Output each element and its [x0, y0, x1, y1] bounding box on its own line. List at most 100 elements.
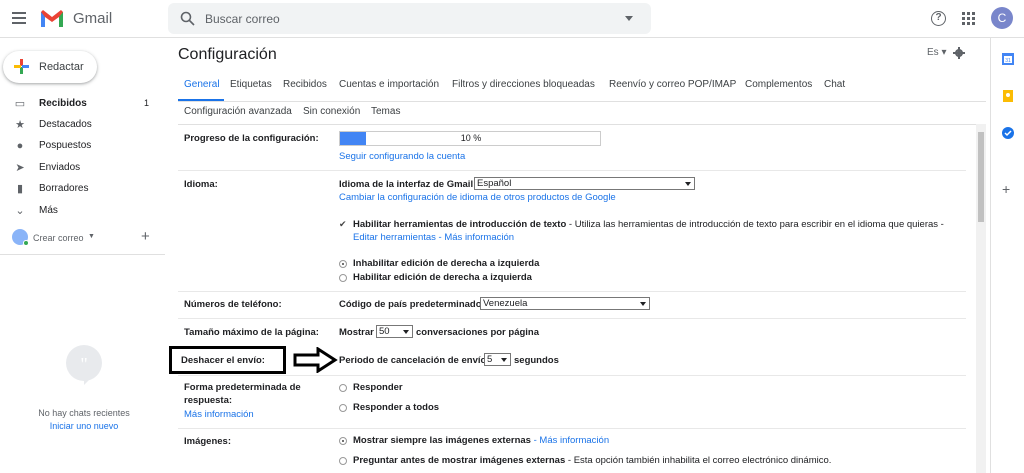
images-more-info-link[interactable]: Más información [539, 435, 609, 446]
always-show-images-text: Mostrar siempre las imágenes externas - … [353, 435, 609, 447]
images-label: Imágenes: [184, 436, 231, 447]
tasks-icon[interactable] [1001, 126, 1015, 140]
page-size-select[interactable]: 50 [376, 325, 413, 338]
row-divider [178, 375, 966, 376]
tab-chat[interactable]: Chat [824, 79, 845, 90]
undo-period-suffix: segundos [514, 355, 559, 366]
online-status-icon [23, 240, 29, 246]
sidebar-item-starred[interactable]: ★ Destacados [0, 115, 165, 135]
reply-radio[interactable] [339, 384, 347, 392]
account-avatar[interactable]: C [991, 7, 1013, 29]
star-icon: ★ [15, 119, 25, 131]
input-tools-checkbox[interactable]: ✔ [339, 220, 347, 229]
sidebar-item-label: Más [39, 205, 58, 216]
undo-send-label: Deshacer el envío: [181, 355, 265, 366]
rtl-off-radio[interactable] [339, 260, 347, 268]
always-show-images-radio[interactable] [339, 437, 347, 445]
unread-count: 1 [144, 98, 150, 108]
start-chat-link[interactable]: Iniciar uno nuevo [0, 421, 168, 431]
compose-button[interactable]: Redactar [3, 51, 97, 83]
reply-more-info-link[interactable]: Más información [184, 409, 254, 421]
annotation-arrow-icon [293, 347, 338, 373]
settings-scrollbar[interactable] [976, 124, 986, 473]
input-tools-links: Editar herramientas - Más información [353, 232, 514, 244]
country-code-select[interactable]: Venezuela [480, 297, 650, 310]
sidebar-divider [0, 254, 165, 255]
rtl-on-radio[interactable] [339, 274, 347, 282]
sidebar-item-snoozed[interactable]: ● Pospuestos [0, 136, 165, 156]
new-chat-plus-icon[interactable]: + [141, 228, 150, 245]
change-language-link[interactable]: Cambiar la configuración de idioma de ot… [339, 192, 616, 204]
tab-general[interactable]: General [184, 79, 220, 90]
tab-offline[interactable]: Sin conexión [303, 106, 360, 117]
row-divider [178, 170, 966, 171]
row-divider [178, 291, 966, 292]
tab-filters[interactable]: Filtros y direcciones bloqueadas [452, 79, 595, 90]
compose-plus-icon [14, 59, 29, 74]
inbox-icon: ▭ [14, 98, 26, 110]
page-size-label: Tamaño máximo de la página: [184, 327, 319, 338]
search-bar[interactable]: Buscar correo [168, 3, 651, 34]
rtl-off-label: Inhabilitar edición de derecha a izquier… [353, 258, 540, 269]
row-divider [178, 428, 966, 429]
page-title: Configuración [178, 46, 277, 63]
page-size-show: Mostrar [339, 327, 374, 338]
ask-images-text: Preguntar antes de mostrar imágenes exte… [353, 455, 831, 467]
calendar-icon[interactable]: 31 [1001, 52, 1015, 66]
sidebar-item-inbox[interactable]: ▭ Recibidos 1 [0, 94, 165, 114]
top-bar: Gmail Buscar correo ? C [0, 0, 1024, 38]
gmail-logo-icon[interactable] [40, 9, 64, 28]
sidebar-item-more[interactable]: ⌄ Más [0, 201, 165, 221]
gear-icon[interactable] [953, 47, 965, 59]
undo-period-select[interactable]: 5 [484, 353, 511, 366]
sidebar-item-drafts[interactable]: ▮ Borradores [0, 179, 165, 199]
tabs-divider [178, 124, 986, 125]
ask-images-radio[interactable] [339, 457, 347, 465]
tab-advanced[interactable]: Configuración avanzada [184, 106, 292, 117]
tab-labels[interactable]: Etiquetas [230, 79, 272, 90]
input-tools-text: Habilitar herramientas de introducción d… [353, 219, 944, 231]
search-input[interactable]: Buscar correo [205, 12, 280, 26]
chevron-down-icon[interactable]: ▼ [88, 233, 95, 240]
reply-all-radio[interactable] [339, 404, 347, 412]
progress-text: 10 % [460, 133, 482, 143]
continue-setup-link[interactable]: Seguir configurando la cuenta [339, 151, 465, 163]
input-tools-description: - Utiliza las herramientas de introducci… [566, 219, 944, 230]
tabs-divider [178, 101, 986, 102]
compose-label: Redactar [39, 61, 84, 73]
get-addons-plus-icon[interactable]: + [1002, 181, 1010, 197]
send-icon: ➤ [15, 162, 25, 174]
more-info-link[interactable]: Más información [444, 232, 514, 243]
search-options-icon[interactable] [625, 16, 633, 21]
edit-tools-link[interactable]: Editar herramientas [353, 232, 436, 243]
svg-text:": " [80, 354, 87, 374]
reply-label: Responder [353, 382, 403, 393]
keep-icon[interactable] [1001, 89, 1015, 103]
lang-short: Es [927, 47, 939, 58]
tab-accounts[interactable]: Cuentas e importación [339, 79, 439, 90]
undo-period-value: 5 [487, 354, 493, 365]
tab-themes[interactable]: Temas [371, 106, 400, 117]
help-icon[interactable]: ? [931, 11, 946, 26]
ui-language-select[interactable]: Español [474, 177, 695, 190]
draft-icon: ▮ [16, 183, 24, 195]
tab-forwarding[interactable]: Reenvío y correo POP/IMAP [609, 79, 736, 90]
sidebar-item-label: Pospuestos [39, 140, 92, 151]
chat-user-row[interactable]: Crear correo ▼ + [12, 228, 162, 248]
chat-user-label[interactable]: Crear correo [33, 233, 84, 243]
ui-language-value: Español [477, 178, 512, 189]
scrollbar-thumb[interactable] [978, 132, 984, 222]
sidebar-item-sent[interactable]: ➤ Enviados [0, 158, 165, 178]
tab-addons[interactable]: Complementos [745, 79, 812, 90]
ui-language-label: Idioma de la interfaz de Gmail: [339, 179, 477, 190]
tab-inbox[interactable]: Recibidos [283, 79, 327, 90]
apps-grid-icon[interactable] [962, 12, 975, 25]
ask-images-description: - Esta opción también inhabilita el corr… [565, 455, 832, 466]
side-panel: 31 + [990, 38, 1024, 473]
main-menu-icon[interactable] [12, 12, 26, 24]
progress-label: Progreso de la configuración: [184, 133, 319, 144]
rtl-on-label: Habilitar edición de derecha a izquierda [353, 272, 532, 283]
search-icon[interactable] [180, 11, 195, 26]
input-language-selector[interactable]: Es ▾ [927, 47, 946, 58]
ask-images-label: Preguntar antes de mostrar imágenes exte… [353, 455, 566, 466]
